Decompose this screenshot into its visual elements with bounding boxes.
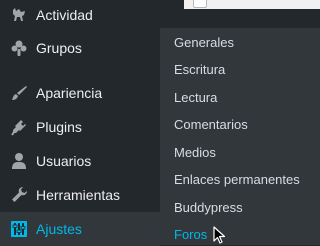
submenu-item-comentarios[interactable]: Comentarios xyxy=(174,117,248,132)
sidebar-item-label: Grupos xyxy=(36,40,82,56)
sidebar-item-usuarios[interactable]: Usuarios xyxy=(0,144,160,178)
submenu-item-buddypress[interactable]: Buddypress xyxy=(174,200,243,215)
users-icon xyxy=(10,152,28,170)
wrench-icon xyxy=(10,186,28,204)
activity-icon xyxy=(10,6,28,24)
submenu-item-foros[interactable]: Foros xyxy=(174,227,207,242)
paintbrush-icon xyxy=(10,84,28,102)
submenu-item-lectura[interactable]: Lectura xyxy=(174,90,217,105)
submenu-item-medios[interactable]: Medios xyxy=(174,145,216,160)
sidebar-item-actividad[interactable]: Actividad xyxy=(0,0,160,32)
submenu-item-enlaces-permanentes[interactable]: Enlaces permanentes xyxy=(174,172,300,187)
sidebar-item-herramientas[interactable]: Herramientas xyxy=(0,178,160,212)
sidebar-item-plugins[interactable]: Plugins xyxy=(0,110,160,144)
mouse-cursor-icon xyxy=(213,226,226,244)
content-checkbox[interactable] xyxy=(193,0,207,8)
sidebar-item-ajustes[interactable]: Ajustes xyxy=(0,212,160,246)
submenu-pointer xyxy=(152,224,160,240)
sidebar-item-label: Actividad xyxy=(36,7,93,23)
plugin-icon xyxy=(10,118,28,136)
sidebar-item-apariencia[interactable]: Apariencia xyxy=(0,76,160,110)
sidebar-item-label: Herramientas xyxy=(36,187,121,203)
sidebar-item-label: Apariencia xyxy=(36,85,103,101)
sidebar-item-label: Ajustes xyxy=(36,221,82,237)
submenu-item-generales[interactable]: Generales xyxy=(174,35,234,50)
groups-icon xyxy=(10,39,28,57)
sidebar-item-label: Usuarios xyxy=(36,153,92,169)
admin-sidebar: Actividad Grupos Apariencia Plugins Usua… xyxy=(0,0,160,246)
settings-icon xyxy=(10,220,28,238)
settings-submenu: Generales Escritura Lectura Comentarios … xyxy=(160,28,320,245)
sidebar-item-grupos[interactable]: Grupos xyxy=(0,31,160,65)
sidebar-item-label: Plugins xyxy=(36,119,82,135)
submenu-item-escritura[interactable]: Escritura xyxy=(174,62,225,77)
